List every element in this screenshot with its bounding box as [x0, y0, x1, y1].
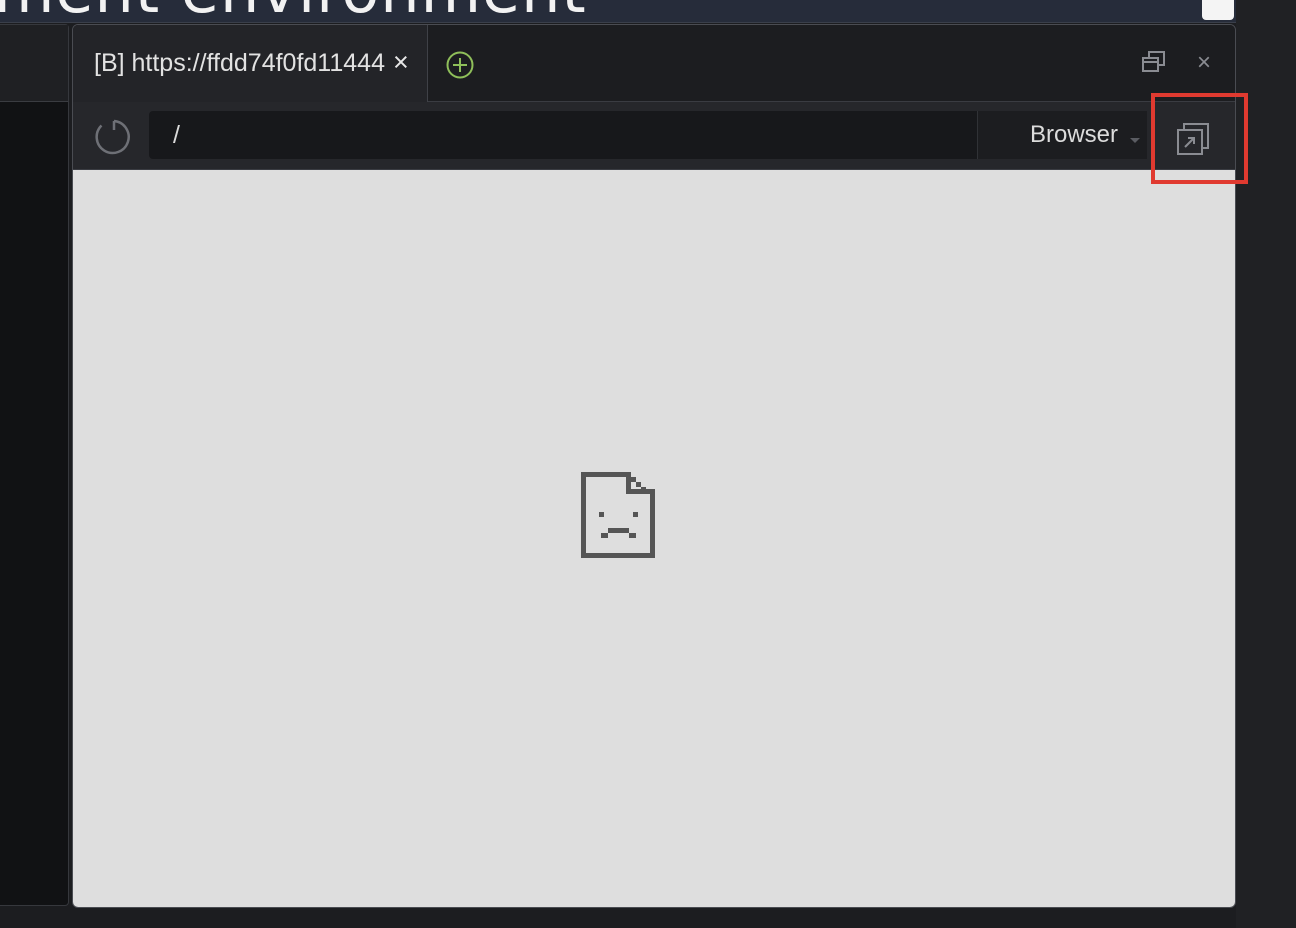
restore-window-button[interactable] — [1140, 49, 1168, 77]
background-corner-element — [1202, 0, 1234, 20]
popout-icon — [1177, 123, 1209, 155]
browser-tab[interactable]: [B] https://ffdd74f0fd11444 × — [73, 25, 428, 102]
navigation-bar: / Browser — [73, 102, 1235, 170]
reload-icon — [95, 119, 130, 155]
browser-type-label: Browser — [1030, 121, 1119, 148]
chevron-down-icon — [1130, 138, 1140, 143]
plus-circle-icon — [446, 51, 474, 79]
tab-title: [B] https://ffdd74f0fd11444 — [94, 49, 385, 77]
browser-window: [B] https://ffdd74f0fd11444 × × / Browse… — [72, 24, 1236, 908]
address-input[interactable]: / — [173, 121, 180, 150]
background-left-panel-header — [0, 25, 68, 102]
new-tab-button[interactable] — [446, 51, 474, 79]
background-right-strip — [1236, 0, 1296, 928]
screen: ment environment [B] https://ffdd74f0fd1… — [0, 0, 1296, 928]
reload-button[interactable] — [93, 118, 131, 156]
popout-button[interactable] — [1173, 120, 1213, 160]
tab-bar: [B] https://ffdd74f0fd11444 × × — [73, 25, 1235, 102]
restore-window-icon — [1142, 51, 1165, 72]
sad-document-icon — [581, 472, 655, 558]
page-content — [73, 170, 1235, 907]
tab-close-icon[interactable]: × — [393, 47, 409, 78]
background-header: ment environment — [0, 0, 1236, 23]
browser-type-dropdown[interactable]: Browser — [977, 111, 1147, 159]
close-window-icon[interactable]: × — [1197, 49, 1211, 77]
background-left-panel — [0, 24, 69, 906]
address-bar[interactable]: / — [149, 111, 977, 159]
background-heading: ment environment — [0, 0, 587, 22]
